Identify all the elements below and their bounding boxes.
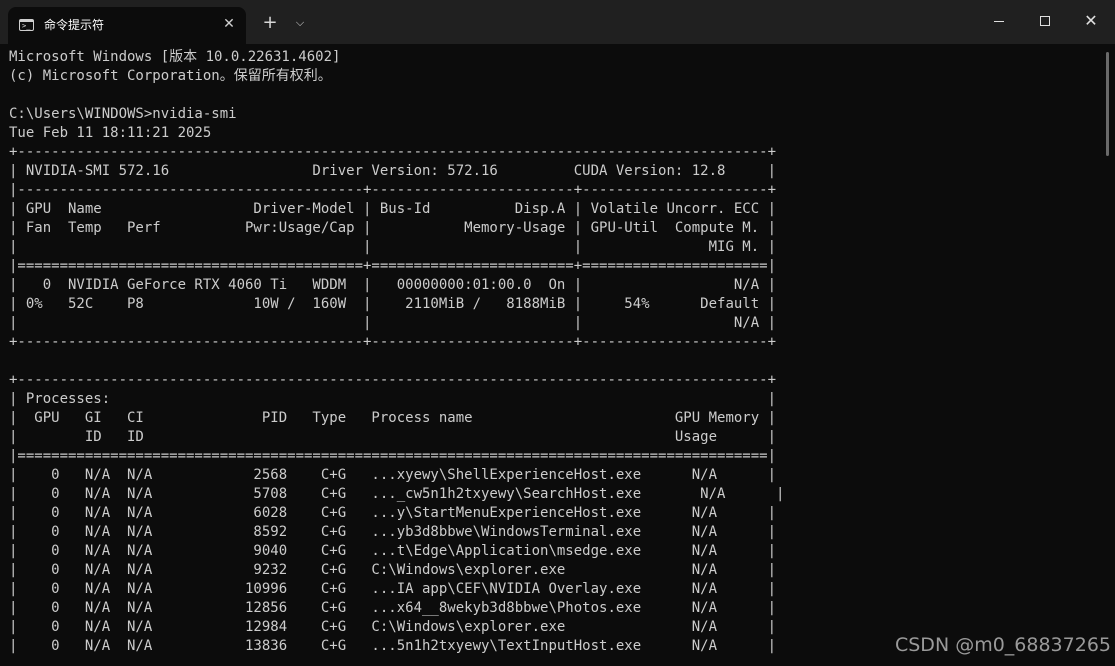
- console-line: | 0 N/A N/A 9232 C+G C:\Windows\explorer…: [9, 562, 777, 578]
- console-line: | NVIDIA-SMI 572.16 Driver Version: 572.…: [9, 163, 777, 179]
- tab-title: 命令提示符: [44, 18, 105, 32]
- console-line: +---------------------------------------…: [9, 144, 777, 160]
- console-line: | 0 N/A N/A 2568 C+G ...xyewy\ShellExper…: [9, 467, 777, 483]
- cmd-icon: >_: [19, 19, 34, 31]
- console-line: | 0 N/A N/A 9040 C+G ...t\Edge\Applicati…: [9, 543, 777, 559]
- title-bar: >_ 命令提示符 ✕ + ⌵ ✕: [0, 0, 1115, 44]
- console-line: | 0 N/A N/A 6028 C+G ...y\StartMenuExper…: [9, 505, 777, 521]
- console-line: | 0 N/A N/A 8592 C+G ...yb3d8bbwe\Window…: [9, 524, 777, 540]
- close-window-button[interactable]: ✕: [1068, 0, 1114, 44]
- console-line: | 0 N/A N/A 12856 C+G ...x64__8wekyb3d8b…: [9, 600, 777, 616]
- console-line: | 0 N/A N/A 5708 C+G ..._cw5n1h2txyewy\S…: [9, 486, 785, 502]
- console-line: |=======================================…: [9, 258, 777, 274]
- scrollbar[interactable]: [1106, 52, 1109, 156]
- console-line: |=======================================…: [9, 448, 777, 464]
- chevron-down-icon[interactable]: ⌵: [289, 12, 311, 34]
- watermark: CSDN @m0_68837265: [894, 634, 1111, 656]
- console-line: |---------------------------------------…: [9, 182, 777, 198]
- new-tab-button[interactable]: +: [259, 12, 281, 34]
- terminal-window: >_ 命令提示符 ✕ + ⌵ ✕ Microsoft Windows [版本 1…: [0, 0, 1115, 666]
- minimize-icon: [994, 21, 1004, 22]
- console-line: | GPU Name Driver-Model | Bus-Id Disp.A …: [9, 201, 777, 217]
- console-text: Microsoft Windows [版本 10.0.22631.4602] (…: [9, 48, 1099, 656]
- maximize-button[interactable]: [1022, 0, 1068, 44]
- maximize-icon: [1040, 16, 1050, 26]
- console-line: +---------------------------------------…: [9, 372, 777, 388]
- console-line: | 0% 52C P8 10W / 160W | 2110MiB / 8188M…: [9, 296, 777, 312]
- console-line: | | | N/A |: [9, 315, 777, 331]
- console-line: C:\Users\WINDOWS>nvidia-smi: [9, 106, 237, 122]
- minimize-button[interactable]: [976, 0, 1022, 44]
- console-line: | ID ID Usage |: [9, 429, 777, 445]
- console-line: | Processes: |: [9, 391, 777, 407]
- tab-command-prompt[interactable]: >_ 命令提示符 ✕: [8, 7, 246, 44]
- console-line: | 0 NVIDIA GeForce RTX 4060 Ti WDDM | 00…: [9, 277, 777, 293]
- console-output[interactable]: Microsoft Windows [版本 10.0.22631.4602] (…: [9, 48, 1099, 666]
- console-line: Microsoft Windows [版本 10.0.22631.4602]: [9, 49, 341, 65]
- console-line: | 0 N/A N/A 10996 C+G ...IA app\CEF\NVID…: [9, 581, 777, 597]
- close-icon: ✕: [1084, 11, 1098, 30]
- close-tab-icon[interactable]: ✕: [218, 13, 240, 35]
- console-line: | GPU GI CI PID Type Process name GPU Me…: [9, 410, 777, 426]
- console-line: | 0 N/A N/A 12984 C+G C:\Windows\explore…: [9, 619, 777, 635]
- console-line: | Fan Temp Perf Pwr:Usage/Cap | Memory-U…: [9, 220, 777, 236]
- console-line: | | | MIG M. |: [9, 239, 777, 255]
- console-line: Tue Feb 11 18:11:21 2025: [9, 125, 212, 141]
- console-line: +---------------------------------------…: [9, 334, 777, 350]
- console-line: (c) Microsoft Corporation。保留所有权利。: [9, 68, 332, 84]
- console-line: | 0 N/A N/A 13836 C+G ...5n1h2txyewy\Tex…: [9, 638, 777, 654]
